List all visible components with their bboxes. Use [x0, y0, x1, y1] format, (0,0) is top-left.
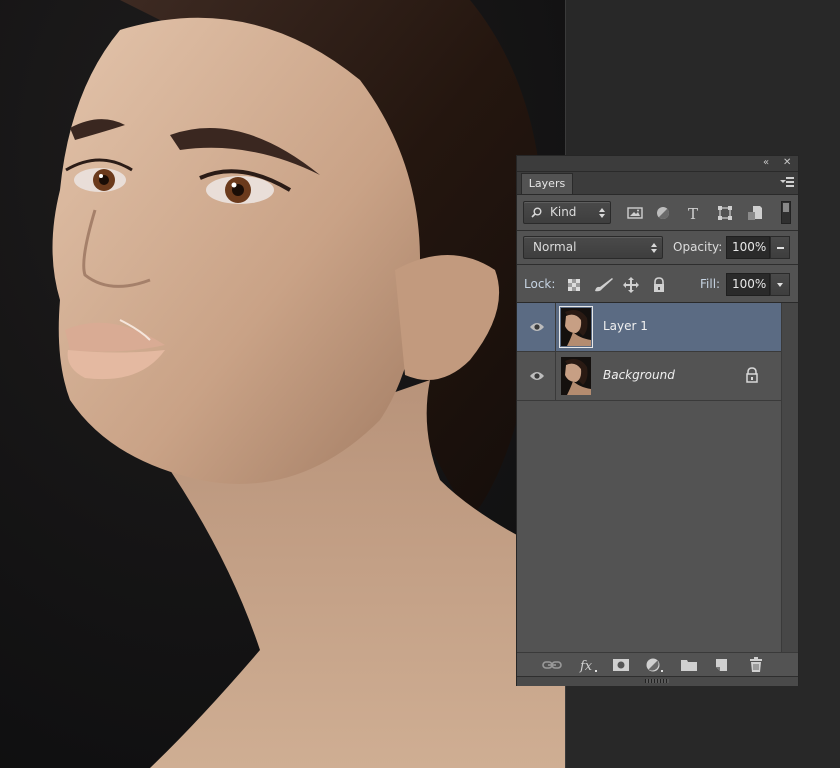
layers-panel: « ✕ Layers Kind T Normal Opacity: 100% L… — [516, 155, 799, 686]
lock-row: Lock: Fill: 100% — [517, 265, 798, 303]
type-filter-icon[interactable]: T — [685, 205, 701, 221]
panel-menu-icon[interactable] — [780, 176, 794, 188]
delete-layer-icon[interactable] — [748, 657, 764, 673]
tab-layers[interactable]: Layers — [521, 173, 573, 194]
fx-icon[interactable]: fx — [579, 657, 599, 673]
lock-transparent-pixels-icon[interactable] — [566, 277, 582, 293]
lock-position-icon[interactable] — [623, 277, 639, 293]
link-layers-icon[interactable] — [542, 657, 562, 673]
layer-row-background[interactable]: Background — [517, 352, 781, 401]
eye-icon — [530, 372, 544, 380]
add-mask-icon[interactable] — [612, 657, 630, 673]
new-adjustment-layer-icon[interactable] — [645, 657, 665, 673]
eye-icon — [530, 323, 544, 331]
layer-thumbnail — [559, 306, 593, 348]
layer-row-layer-1[interactable]: Layer 1 — [517, 303, 781, 352]
svg-text:T: T — [688, 205, 698, 221]
layer-name[interactable]: Background — [603, 368, 675, 382]
opacity-slider-button[interactable] — [770, 236, 790, 259]
blend-mode-select[interactable]: Normal — [523, 236, 663, 259]
smart-object-filter-icon[interactable] — [747, 205, 763, 221]
filter-toggle[interactable] — [781, 201, 791, 224]
portrait-thumbnail — [561, 357, 591, 395]
blend-row: Normal Opacity: 100% — [517, 231, 798, 265]
document-canvas[interactable] — [0, 0, 566, 768]
fill-slider-button[interactable] — [770, 273, 790, 296]
fill-label: Fill: — [700, 277, 721, 291]
visibility-toggle[interactable] — [517, 303, 556, 351]
new-layer-icon[interactable] — [713, 657, 729, 673]
layers-scrollbar[interactable] — [781, 303, 798, 652]
layer-name[interactable]: Layer 1 — [603, 319, 648, 333]
adjustment-filter-icon[interactable] — [655, 205, 671, 221]
filter-kind-select[interactable]: Kind — [523, 201, 611, 224]
blend-mode-value: Normal — [533, 240, 577, 254]
new-group-icon[interactable] — [680, 657, 698, 673]
close-icon[interactable]: ✕ — [783, 157, 791, 169]
svg-text:fx: fx — [579, 659, 593, 673]
opacity-label: Opacity: — [673, 240, 723, 254]
portrait-thumbnail — [561, 308, 591, 346]
layers-bottom-toolbar: fx — [517, 652, 798, 677]
panel-tab-row: Layers — [517, 172, 798, 195]
shape-filter-icon[interactable] — [717, 205, 733, 221]
lock-image-pixels-icon[interactable] — [593, 277, 615, 293]
portrait-photo — [0, 0, 566, 768]
visibility-toggle[interactable] — [517, 352, 556, 400]
search-icon — [531, 207, 542, 218]
opacity-input[interactable]: 100% — [726, 236, 770, 259]
layer-thumbnail — [561, 357, 591, 395]
updown-arrows-icon — [651, 242, 657, 254]
layers-list: Layer 1 Background — [517, 303, 781, 652]
pixel-filter-icon[interactable] — [627, 205, 643, 221]
panel-resize-grip[interactable] — [517, 676, 798, 686]
collapse-icon[interactable]: « — [763, 157, 769, 169]
panel-titlebar[interactable]: « ✕ — [517, 156, 798, 172]
fill-input[interactable]: 100% — [726, 273, 770, 296]
lock-label: Lock: — [524, 277, 556, 291]
lock-all-icon[interactable] — [651, 277, 667, 293]
filter-row: Kind T — [517, 195, 798, 231]
layer-lock-icon — [746, 367, 758, 383]
updown-arrows-icon — [599, 207, 605, 219]
filter-kind-label: Kind — [550, 205, 577, 219]
